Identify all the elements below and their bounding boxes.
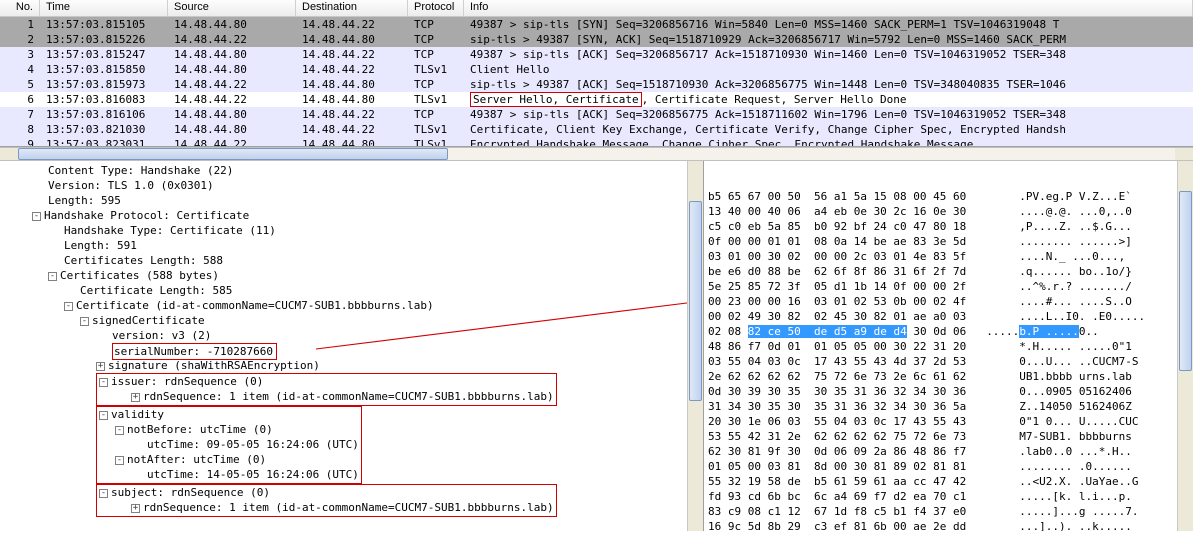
hex-row[interactable]: 0d 30 39 30 35 30 35 31 36 32 34 30 36 0…: [708, 384, 1193, 399]
tree-item[interactable]: Version: TLS 1.0 (0x0301): [0, 178, 703, 193]
hex-row[interactable]: 03 55 04 03 0c 17 43 55 43 4d 37 2d 53 0…: [708, 354, 1193, 369]
hex-row[interactable]: 62 30 81 9f 30 0d 06 09 2a 86 48 86 f7 .…: [708, 444, 1193, 459]
tree-label: Certificate Length: 585: [80, 284, 232, 297]
collapse-icon[interactable]: -: [99, 378, 108, 387]
tree-label: Certificates (588 bytes): [60, 269, 219, 282]
tree-item[interactable]: -Certificates (588 bytes): [0, 268, 703, 283]
col-no[interactable]: No.: [0, 0, 40, 16]
tree-item[interactable]: version: v3 (2): [0, 328, 703, 343]
hex-row[interactable]: 03 01 00 30 02 00 00 2c 03 01 4e 83 5f .…: [708, 249, 1193, 264]
packet-list-header[interactable]: No. Time Source Destination Protocol Inf…: [0, 0, 1193, 17]
tree-vertical-scrollbar[interactable]: [687, 161, 703, 531]
hex-row[interactable]: 31 34 30 35 30 35 31 36 32 34 30 36 5a Z…: [708, 399, 1193, 414]
tree-label: version: v3 (2): [112, 329, 211, 342]
expand-icon[interactable]: +: [131, 393, 140, 402]
hex-row[interactable]: 53 55 42 31 2e 62 62 62 62 75 72 6e 73 M…: [708, 429, 1193, 444]
hex-row[interactable]: 2e 62 62 62 62 75 72 6e 73 2e 6c 61 62 U…: [708, 369, 1193, 384]
packet-row[interactable]: 913:57:03.82303114.48.44.2214.48.44.80TL…: [0, 137, 1193, 146]
tree-label: Length: 595: [48, 194, 121, 207]
hex-row[interactable]: 55 32 19 58 de b5 61 59 61 aa cc 47 42 .…: [708, 474, 1193, 489]
hex-row[interactable]: 00 02 49 30 82 02 45 30 82 01 ae a0 03 .…: [708, 309, 1193, 324]
hex-row[interactable]: 5e 25 85 72 3f 05 d1 1b 14 0f 00 00 2f .…: [708, 279, 1193, 294]
hex-selection: 82 ce 50 de d5 a9 de d4: [748, 325, 907, 338]
tree-item[interactable]: +signature (shaWithRSAEncryption): [0, 358, 703, 373]
tree-item[interactable]: -signedCertificate: [0, 313, 703, 328]
tree-item[interactable]: Handshake Type: Certificate (11): [0, 223, 703, 238]
highlighted-info: Server Hello, Certificate: [470, 92, 642, 107]
hex-row[interactable]: 00 23 00 00 16 03 01 02 53 0b 00 02 4f .…: [708, 294, 1193, 309]
packet-row[interactable]: 513:57:03.81597314.48.44.2214.48.44.80TC…: [0, 77, 1193, 92]
collapse-icon[interactable]: -: [115, 426, 124, 435]
collapse-icon[interactable]: -: [32, 212, 41, 221]
col-destination[interactable]: Destination: [296, 0, 408, 16]
highlighted-group: -issuer: rdnSequence (0)+rdnSequence: 1 …: [96, 373, 557, 406]
tree-label: Content Type: Handshake (22): [48, 164, 233, 177]
tree-item[interactable]: Content Type: Handshake (22): [0, 163, 703, 178]
hex-row[interactable]: 0f 00 00 01 01 08 0a 14 be ae 83 3e 5d .…: [708, 234, 1193, 249]
packet-row[interactable]: 813:57:03.82103014.48.44.8014.48.44.22TL…: [0, 122, 1193, 137]
packet-list[interactable]: No. Time Source Destination Protocol Inf…: [0, 0, 1193, 147]
expand-icon[interactable]: +: [131, 504, 140, 513]
col-protocol[interactable]: Protocol: [408, 0, 464, 16]
tree-label: Certificate (id-at-commonName=CUCM7-SUB1…: [76, 299, 434, 312]
tree-label: Handshake Type: Certificate (11): [64, 224, 276, 237]
tree-item[interactable]: -Handshake Protocol: Certificate: [0, 208, 703, 223]
collapse-icon[interactable]: -: [99, 411, 108, 420]
packet-row[interactable]: 613:57:03.81608314.48.44.2214.48.44.80TL…: [0, 92, 1193, 107]
tree-label: Length: 591: [64, 239, 137, 252]
tree-item[interactable]: Certificate Length: 585: [0, 283, 703, 298]
packet-row[interactable]: 313:57:03.81524714.48.44.8014.48.44.22TC…: [0, 47, 1193, 62]
tree-item[interactable]: Certificates Length: 588: [0, 253, 703, 268]
tree-item[interactable]: Length: 591: [0, 238, 703, 253]
tree-label: signature (shaWithRSAEncryption): [108, 359, 320, 372]
tree-label: Handshake Protocol: Certificate: [44, 209, 249, 222]
hex-row[interactable]: 13 40 00 40 06 a4 eb 0e 30 2c 16 0e 30 .…: [708, 204, 1193, 219]
hex-row[interactable]: c5 c0 eb 5a 85 b0 92 bf 24 c0 47 80 18 ,…: [708, 219, 1193, 234]
packet-row[interactable]: 213:57:03.81522614.48.44.2214.48.44.80TC…: [0, 32, 1193, 47]
collapse-icon[interactable]: -: [64, 302, 73, 311]
hex-row[interactable]: 02 08 82 ce 50 de d5 a9 de d4 30 0d 06 .…: [708, 324, 1193, 339]
hex-row[interactable]: fd 93 cd 6b bc 6c a4 69 f7 d2 ea 70 c1 .…: [708, 489, 1193, 504]
col-info[interactable]: Info: [464, 0, 1193, 16]
packet-row[interactable]: 413:57:03.81585014.48.44.8014.48.44.22TL…: [0, 62, 1193, 77]
tree-label: signedCertificate: [92, 314, 205, 327]
collapse-icon[interactable]: -: [99, 489, 108, 498]
collapse-icon[interactable]: -: [115, 456, 124, 465]
tree-item[interactable]: Length: 595: [0, 193, 703, 208]
tree-label: Certificates Length: 588: [64, 254, 223, 267]
col-source[interactable]: Source: [168, 0, 296, 16]
tree-label: Version: TLS 1.0 (0x0301): [48, 179, 214, 192]
hex-row[interactable]: 01 05 00 03 81 8d 00 30 81 89 02 81 81 .…: [708, 459, 1193, 474]
hex-row[interactable]: b5 65 67 00 50 56 a1 5a 15 08 00 45 60 .…: [708, 189, 1193, 204]
hex-row[interactable]: 48 86 f7 0d 01 01 05 05 00 30 22 31 20 *…: [708, 339, 1193, 354]
collapse-icon[interactable]: -: [80, 317, 89, 326]
highlighted-group: -validity-notBefore: utcTime (0)utcTime:…: [96, 406, 362, 484]
hex-row[interactable]: 16 9c 5d 8b 29 c3 ef 81 6b 00 ae 2e dd .…: [708, 519, 1193, 531]
collapse-icon[interactable]: -: [48, 272, 57, 281]
horizontal-scrollbar[interactable]: [0, 147, 1193, 161]
highlighted-group: -subject: rdnSequence (0)+rdnSequence: 1…: [96, 484, 557, 517]
hex-row[interactable]: 83 c9 08 c1 12 67 1d f8 c5 b1 f4 37 e0 .…: [708, 504, 1193, 519]
hex-row[interactable]: 20 30 1e 06 03 55 04 03 0c 17 43 55 43 0…: [708, 414, 1193, 429]
packet-details-tree[interactable]: Content Type: Handshake (22) Version: TLS…: [0, 161, 704, 531]
hex-vertical-scrollbar[interactable]: [1177, 161, 1193, 531]
hex-row[interactable]: be e6 d0 88 be 62 6f 8f 86 31 6f 2f 7d .…: [708, 264, 1193, 279]
col-time[interactable]: Time: [40, 0, 168, 16]
packet-row[interactable]: 113:57:03.81510514.48.44.8014.48.44.22TC…: [0, 17, 1193, 32]
packet-row[interactable]: 713:57:03.81610614.48.44.8014.48.44.22TC…: [0, 107, 1193, 122]
hex-dump-pane[interactable]: b5 65 67 00 50 56 a1 5a 15 08 00 45 60 .…: [704, 161, 1193, 531]
tree-item[interactable]: -Certificate (id-at-commonName=CUCM7-SUB…: [0, 298, 703, 313]
expand-icon[interactable]: +: [96, 362, 105, 371]
